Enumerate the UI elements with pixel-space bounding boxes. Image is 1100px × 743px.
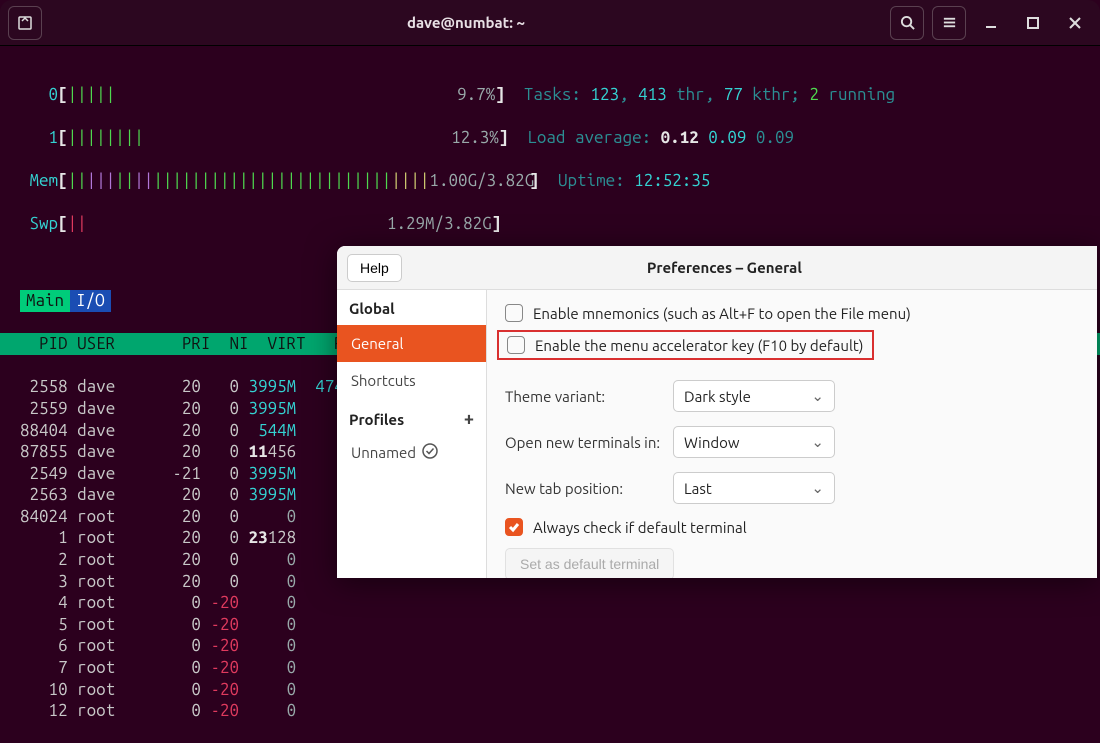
preferences-sidebar: Global General Shortcuts Profiles + Unna…	[337, 290, 487, 578]
chevron-down-icon: ⌄	[811, 433, 824, 451]
sidebar-item-shortcuts[interactable]: Shortcuts	[337, 362, 486, 399]
always-check-checkbox[interactable]	[505, 518, 523, 536]
tab-position-label: New tab position:	[505, 480, 673, 497]
process-row[interactable]: 10 root 0 -20 0	[0, 679, 1100, 701]
set-default-button[interactable]: Set as default terminal	[505, 548, 674, 578]
close-button[interactable]	[1058, 6, 1092, 40]
process-row[interactable]: 5 root 0 -20 0	[0, 614, 1100, 636]
open-terminals-select[interactable]: Window ⌄	[673, 426, 835, 458]
sidebar-section-global: Global	[337, 290, 486, 325]
tab-position-select[interactable]: Last ⌄	[673, 472, 835, 504]
highlighted-option: Enable the menu accelerator key (F10 by …	[497, 330, 874, 360]
hamburger-menu-button[interactable]	[932, 6, 966, 40]
maximize-button[interactable]	[1016, 6, 1050, 40]
preferences-titlebar: Help Preferences – General	[337, 246, 1097, 290]
mnemonics-label: Enable mnemonics (such as Alt+F to open …	[533, 305, 911, 322]
tab-main[interactable]: Main	[20, 290, 70, 312]
search-button[interactable]	[890, 6, 924, 40]
process-row[interactable]: 4 root 0 -20 0	[0, 592, 1100, 614]
window-title: dave@numbat: ~	[42, 14, 890, 31]
theme-label: Theme variant:	[505, 388, 673, 405]
process-row[interactable]: 12 root 0 -20 0	[0, 700, 1100, 722]
sidebar-item-general[interactable]: General	[337, 325, 486, 362]
preferences-title: Preferences – General	[362, 259, 1087, 276]
titlebar: dave@numbat: ~	[0, 0, 1100, 46]
tab-io[interactable]: I/O	[70, 290, 111, 312]
new-tab-button[interactable]	[8, 6, 42, 40]
add-profile-button[interactable]: +	[464, 409, 474, 429]
process-row[interactable]: 7 root 0 -20 0	[0, 657, 1100, 679]
preferences-content: Enable mnemonics (such as Alt+F to open …	[487, 290, 1097, 578]
process-row[interactable]: 6 root 0 -20 0	[0, 635, 1100, 657]
mnemonics-checkbox[interactable]	[505, 304, 523, 322]
checkmark-circle-icon	[422, 443, 438, 462]
accelerator-label: Enable the menu accelerator key (F10 by …	[535, 337, 864, 354]
chevron-down-icon: ⌄	[811, 387, 824, 405]
theme-select[interactable]: Dark style ⌄	[673, 380, 835, 412]
open-terminals-label: Open new terminals in:	[505, 434, 673, 451]
sidebar-section-profiles: Profiles +	[337, 399, 486, 437]
minimize-button[interactable]	[974, 6, 1008, 40]
preferences-window: Help Preferences – General Global Genera…	[337, 246, 1097, 578]
accelerator-checkbox[interactable]	[507, 336, 525, 354]
chevron-down-icon: ⌄	[811, 479, 824, 497]
sidebar-profile-unnamed[interactable]: Unnamed	[337, 437, 486, 468]
always-check-label: Always check if default terminal	[533, 519, 747, 536]
